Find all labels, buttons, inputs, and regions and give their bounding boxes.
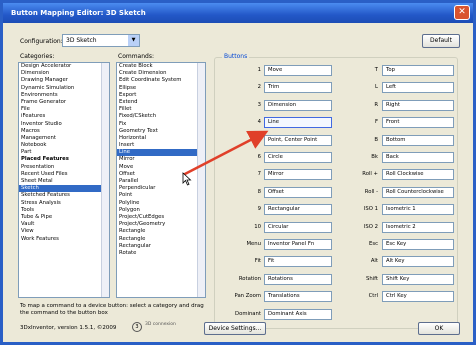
version-text: 3DxInventor, version 1.5.1, ©2009 [20,325,117,331]
brand-logo: 3D connexion [145,322,176,327]
ok-button[interactable]: OK [418,322,460,335]
drag-arrow [182,130,269,177]
instructions-text: To map a command to a device button: sel… [20,303,204,316]
3dconnexion-logo-icon: 3 [132,322,142,332]
device-settings-button[interactable]: Device Settings... [204,322,266,335]
mouse-cursor-icon [182,172,192,186]
